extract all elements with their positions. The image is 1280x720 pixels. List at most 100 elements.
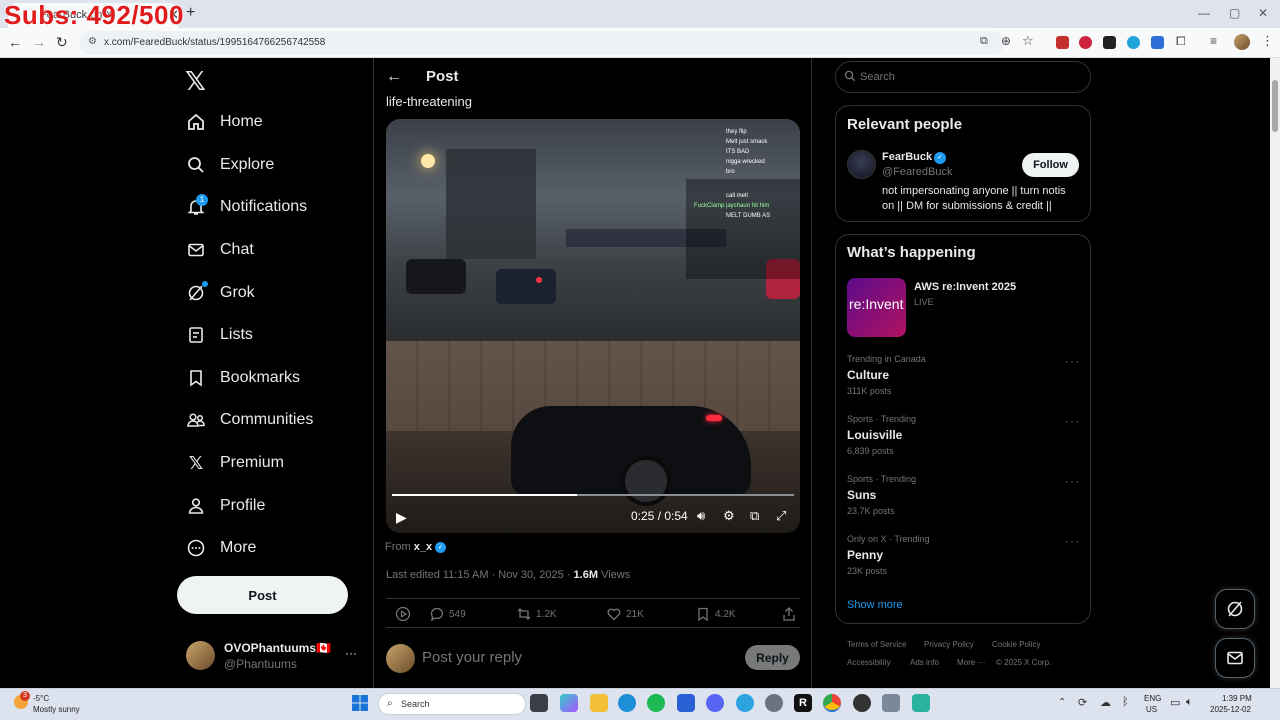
notepad-icon[interactable] — [912, 694, 930, 712]
trend-item[interactable]: Trending in Canada Culture 311K posts ··… — [847, 354, 1079, 402]
event-thumbnail[interactable]: re:Invent — [847, 278, 906, 337]
copilot-icon[interactable] — [560, 694, 578, 712]
footer-link[interactable]: Ads info — [910, 658, 939, 667]
chrome-icon[interactable] — [823, 694, 841, 712]
extensions-puzzle-icon[interactable]: ⧠ — [1176, 34, 1186, 49]
messages-fab-button[interactable] — [1215, 638, 1255, 678]
reply-button[interactable]: Reply — [745, 645, 800, 670]
nav-explore[interactable]: Explore — [186, 149, 274, 181]
extension-icon[interactable] — [1056, 36, 1069, 49]
footer-link[interactable]: Terms of Service — [847, 640, 907, 649]
trend-more-icon[interactable]: ··· — [1065, 534, 1080, 548]
discord-icon[interactable] — [706, 694, 724, 712]
file-explorer-icon[interactable] — [590, 694, 608, 712]
reply-input[interactable]: Post your reply — [422, 649, 522, 666]
nav-premium[interactable]: 𝕏 Premium — [186, 447, 284, 479]
fearbuck-avatar[interactable] — [847, 150, 876, 179]
tray-bluetooth-icon[interactable]: ᛒ — [1122, 696, 1129, 708]
taskbar-search[interactable]: ⌕ Search — [378, 693, 526, 715]
bookmark-button[interactable]: 4.2K — [695, 606, 736, 622]
clock-time[interactable]: 1:39 PM — [1222, 694, 1252, 703]
telegram-icon[interactable] — [736, 694, 754, 712]
fullscreen-icon[interactable]: ⤢ — [776, 508, 786, 524]
trend-item[interactable]: Sports · Trending Louisville 6,839 posts… — [847, 414, 1079, 462]
volume-icon[interactable]: 🔈︎ — [1186, 696, 1193, 709]
app-icon[interactable] — [677, 694, 695, 712]
tray-chevron-icon[interactable]: ⌃ — [1058, 697, 1066, 708]
trend-item[interactable]: Sports · Trending Suns 23.7K posts ··· — [847, 474, 1079, 522]
footer-link[interactable]: More ··· — [957, 658, 985, 667]
share-button[interactable] — [781, 606, 801, 622]
app-icon[interactable] — [882, 694, 900, 712]
minimize-icon[interactable]: — — [1198, 6, 1210, 20]
task-view-icon[interactable] — [530, 694, 548, 712]
extension-icon[interactable] — [1151, 36, 1164, 49]
video-player[interactable]: they flip Melt just smack ITS BAD nigga … — [386, 119, 800, 533]
extension-icon[interactable] — [1103, 36, 1116, 49]
scrollbar-thumb[interactable] — [1272, 80, 1278, 132]
nav-chat[interactable]: Chat — [186, 234, 254, 266]
forward-icon[interactable]: → — [32, 34, 46, 50]
nav-home[interactable]: Home — [186, 106, 263, 138]
extension-icon[interactable] — [1127, 36, 1140, 49]
spotify-icon[interactable] — [647, 694, 665, 712]
settings-icon[interactable]: ⚙ — [723, 508, 735, 524]
trend-more-icon[interactable]: ··· — [1065, 474, 1080, 488]
footer-link[interactable]: Privacy Policy — [924, 640, 974, 649]
reload-icon[interactable]: ↻ — [56, 34, 68, 51]
trend-item[interactable]: Only on X · Trending Penny 23K posts ··· — [847, 534, 1079, 582]
maximize-icon[interactable]: ▢ — [1229, 6, 1240, 20]
nav-profile[interactable]: Profile — [186, 490, 265, 522]
obs-icon[interactable] — [853, 694, 871, 712]
site-info-icon[interactable]: ⚙ — [88, 36, 97, 47]
like-button[interactable]: 21K — [606, 606, 644, 622]
nav-communities[interactable]: Communities — [186, 404, 313, 436]
new-tab-icon[interactable]: + — [186, 4, 195, 22]
view-analytics-button[interactable] — [395, 606, 415, 622]
back-arrow-icon[interactable]: ← — [386, 68, 402, 86]
repost-button[interactable]: 1.2K — [516, 606, 557, 622]
show-more-link[interactable]: Show more — [847, 599, 903, 611]
footer-link[interactable]: Accessibility — [847, 658, 891, 667]
from-user-link[interactable]: x_x — [414, 541, 432, 553]
event-name[interactable]: AWS re:Invent 2025 — [914, 281, 1016, 293]
language-primary[interactable]: ENG — [1144, 694, 1161, 703]
relevant-name[interactable]: FearBuck — [882, 151, 932, 163]
play-icon[interactable]: ▶ — [396, 509, 407, 526]
page-scrollbar[interactable] — [1270, 58, 1280, 688]
nav-lists[interactable]: Lists — [186, 319, 253, 351]
trend-more-icon[interactable]: ··· — [1065, 354, 1080, 368]
footer-link[interactable]: Cookie Policy — [992, 640, 1040, 649]
account-switcher[interactable]: OVOPhantuums🇨🇦 @Phantuums ··· — [180, 636, 370, 676]
roblox-icon[interactable]: R — [794, 694, 812, 712]
nav-grok[interactable]: Grok — [186, 277, 255, 309]
nav-more[interactable]: More — [186, 532, 256, 564]
close-window-icon[interactable]: ✕ — [1258, 6, 1268, 20]
zoom-icon[interactable]: ⊕ — [1001, 34, 1011, 48]
post-button[interactable]: Post — [177, 576, 348, 614]
extension-icon[interactable] — [1079, 36, 1092, 49]
follow-button[interactable]: Follow — [1022, 153, 1079, 177]
trend-more-icon[interactable]: ··· — [1065, 414, 1080, 428]
trend-name: Penny — [847, 548, 884, 562]
install-icon[interactable]: ⧉ — [980, 35, 988, 48]
media-queue-icon[interactable]: ≡ — [1210, 34, 1217, 48]
browser-menu-icon[interactable]: ⋮ — [1261, 33, 1274, 49]
account-more-icon[interactable]: ··· — [345, 646, 357, 660]
tray-cloud-icon[interactable]: ☁ — [1100, 696, 1111, 709]
edge-icon[interactable] — [618, 694, 636, 712]
grok-fab-button[interactable] — [1215, 589, 1255, 629]
settings-icon[interactable] — [765, 694, 783, 712]
back-icon[interactable]: ← — [8, 34, 22, 50]
bookmark-star-icon[interactable]: ☆ — [1022, 33, 1034, 49]
windows-start-icon[interactable] — [352, 695, 368, 716]
x-logo-icon[interactable]: 𝕏 — [185, 66, 206, 97]
browser-profile-avatar[interactable] — [1234, 34, 1250, 50]
nav-bookmarks[interactable]: Bookmarks — [186, 362, 300, 394]
reply-count-button[interactable]: 549 — [429, 606, 466, 622]
volume-icon[interactable]: 🔊︎ — [697, 508, 705, 524]
edited-timestamp[interactable]: Last edited 11:15 AM · Nov 30, 2025 · — [386, 569, 570, 581]
pip-icon[interactable]: ⧉ — [750, 508, 759, 524]
network-icon[interactable]: ▭ — [1170, 696, 1180, 709]
tray-sync-icon[interactable]: ⟳ — [1078, 696, 1087, 709]
